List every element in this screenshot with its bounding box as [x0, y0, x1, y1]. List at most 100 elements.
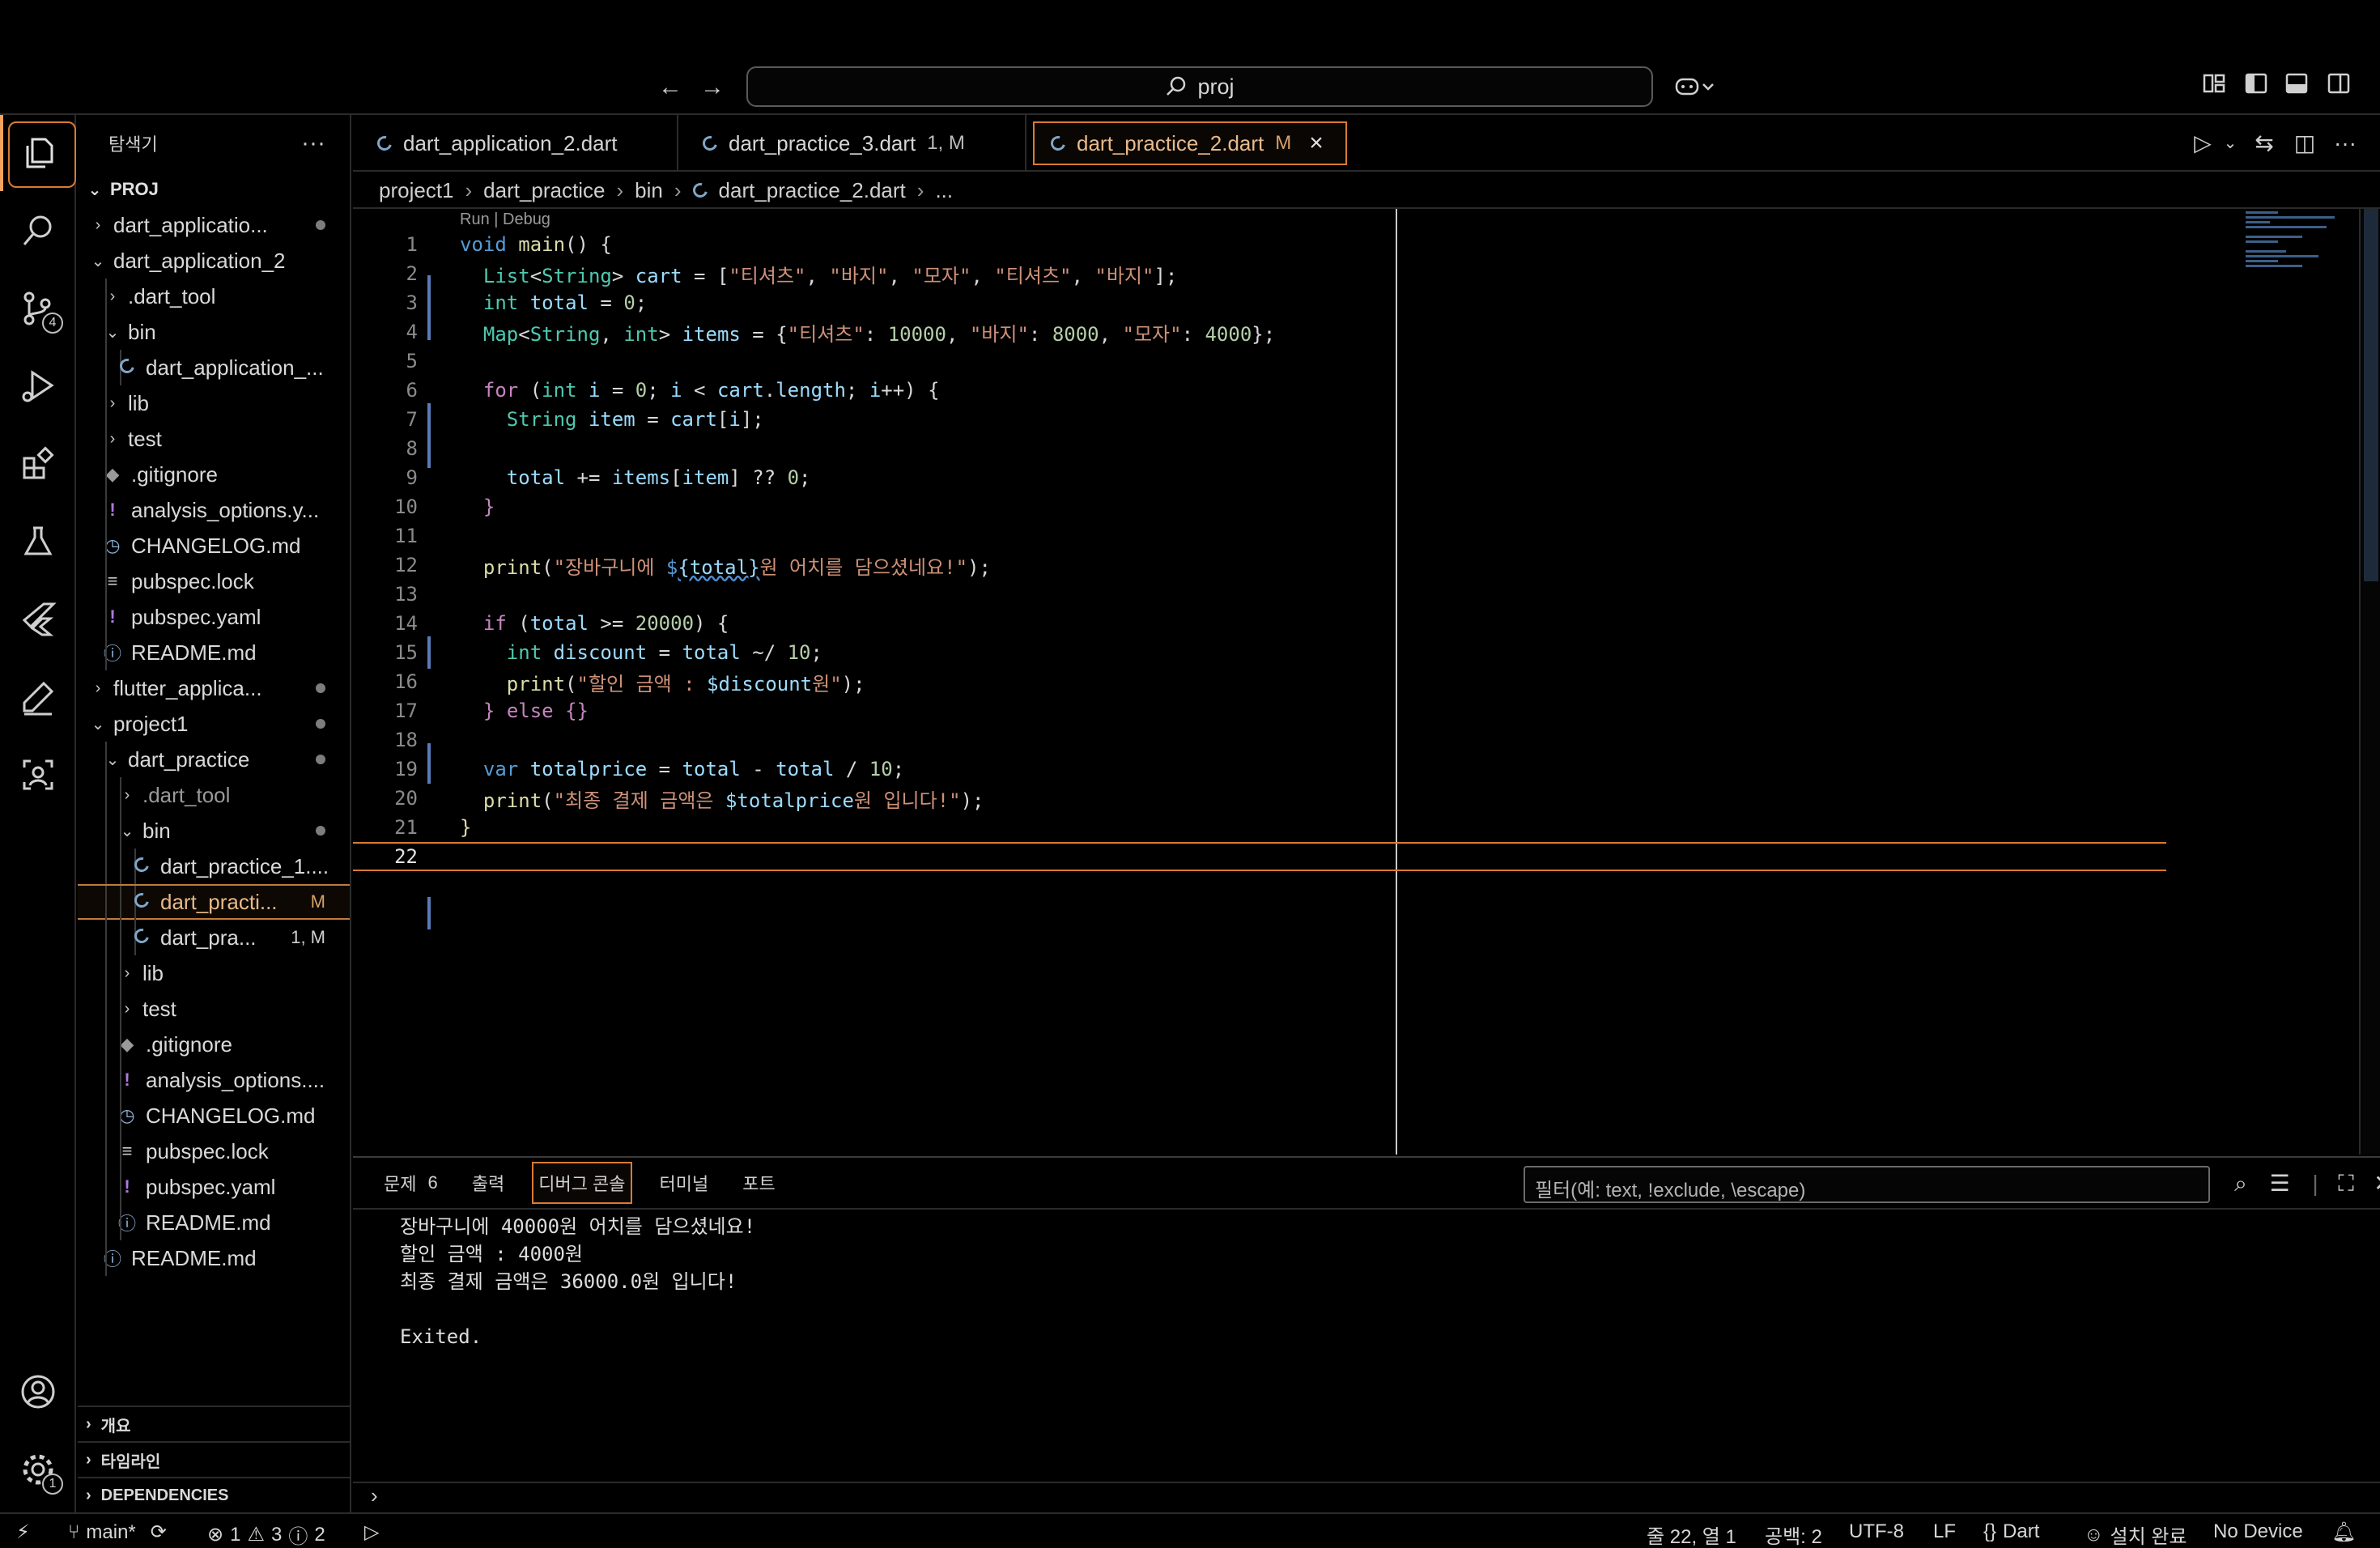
tree-folder[interactable]: ⌄ project1	[78, 706, 350, 742]
end-of-line[interactable]: LF	[1933, 1520, 1956, 1543]
open-changes-icon[interactable]: ⇆	[2249, 128, 2280, 159]
search-icon[interactable]: ⌕	[2226, 1169, 2255, 1198]
debug-icon[interactable]: ▷	[364, 1520, 379, 1544]
run-debug-icon[interactable]	[0, 348, 76, 424]
remote-explorer-icon[interactable]	[0, 737, 76, 813]
debug-console-input[interactable]: ›	[353, 1482, 2380, 1512]
maximize-panel-icon[interactable]: ⛶	[2331, 1169, 2361, 1198]
tree-folder[interactable]: › .dart_tool	[78, 279, 350, 314]
breadcrumb-item[interactable]: dart_practice_2.dart	[719, 178, 906, 203]
tree-file[interactable]: ◷ CHANGELOG.md	[78, 1098, 350, 1133]
language-mode[interactable]: {} Dart	[1983, 1520, 2039, 1543]
remote-icon[interactable]: ⚡︎	[16, 1520, 30, 1544]
toggle-secondary-sidebar-icon[interactable]	[2327, 71, 2357, 102]
section-timeline[interactable]: › 타임라인	[78, 1441, 350, 1477]
explorer-icon[interactable]	[0, 115, 76, 191]
tree-file[interactable]: ⓘ README.md	[78, 1205, 350, 1240]
code-editor[interactable]: Run | Debug 1 void main() { 2 List<String…	[353, 209, 2380, 1155]
copilot-icon[interactable]	[1674, 71, 1714, 102]
encoding[interactable]: UTF-8	[1849, 1520, 1904, 1543]
tab-ports[interactable]: 포트	[742, 1170, 775, 1196]
split-editor-icon[interactable]: ◫	[2289, 128, 2320, 159]
minimap[interactable]	[2246, 209, 2343, 282]
cursor-position[interactable]: 줄 22, 열 1	[1647, 1520, 1736, 1548]
toggle-primary-sidebar-icon[interactable]	[2244, 71, 2275, 102]
tree-file[interactable]: ◆ .gitignore	[78, 1027, 350, 1062]
breadcrumb-item[interactable]: dart_practice	[483, 178, 605, 203]
tree-folder[interactable]: ⌄ bin	[78, 813, 350, 848]
customize-layout-icon[interactable]	[2202, 71, 2233, 102]
indentation[interactable]: 공백: 2	[1765, 1520, 1822, 1548]
tab-debug-console[interactable]: 디버그 콘솔	[532, 1162, 632, 1204]
branch-indicator[interactable]: ⑂ main* ⟳	[68, 1520, 167, 1544]
tree-folder[interactable]: › test	[78, 421, 350, 457]
run-debug-codelens[interactable]: Run | Debug	[460, 211, 550, 229]
tree-file[interactable]: dart_practice_1....	[78, 848, 350, 884]
tree-file[interactable]: ! analysis_options....	[78, 1062, 350, 1098]
more-actions-icon[interactable]: ···	[2330, 128, 2361, 159]
tree-folder[interactable]: ⌄ bin	[78, 314, 350, 350]
tree-folder[interactable]: › lib	[78, 385, 350, 421]
back-arrow-icon[interactable]: ←	[654, 71, 686, 104]
flutter-icon[interactable]	[0, 581, 76, 657]
tree-file[interactable]: ⓘ README.md	[78, 1240, 350, 1276]
indent-guide	[105, 492, 107, 528]
close-icon[interactable]: ✕	[2369, 1169, 2380, 1198]
search-icon[interactable]	[0, 193, 76, 269]
tree-folder[interactable]: › test	[78, 991, 350, 1027]
tab-problems[interactable]: 문제 6	[384, 1170, 438, 1196]
section-dependencies[interactable]: › DEPENDENCIES	[78, 1477, 350, 1512]
tree-file[interactable]: ⓘ README.md	[78, 635, 350, 670]
filter-input[interactable]: 필터(예: text, !exclude, \escape)	[1524, 1166, 2210, 1203]
notifications-bell-icon[interactable]: 🔔︎	[2331, 1520, 2356, 1544]
edit-pencil-icon[interactable]	[0, 659, 76, 735]
clear-console-icon[interactable]: ☰	[2265, 1169, 2294, 1198]
close-icon[interactable]: ×	[1309, 130, 1324, 157]
tab-dart-practice-2[interactable]: dart_practice_2.dart M ×	[1033, 121, 1347, 165]
vertical-scrollbar[interactable]	[2359, 209, 2380, 1155]
account-icon[interactable]	[0, 1354, 76, 1430]
run-icon[interactable]: ▷	[2187, 128, 2218, 159]
tab-output[interactable]: 출력	[472, 1170, 504, 1196]
breadcrumb-item[interactable]: bin	[635, 178, 663, 203]
breadcrumb-item[interactable]: project1	[379, 178, 454, 203]
tree-file[interactable]: ◷ CHANGELOG.md	[78, 528, 350, 563]
problems-indicator[interactable]: ⊗ 1 ⚠ 3 ⓘ 2	[207, 1520, 325, 1548]
tree-folder[interactable]: › flutter_applica...	[78, 670, 350, 706]
command-center-search[interactable]: proj	[746, 66, 1653, 107]
chevron-right-icon: ›	[95, 678, 101, 697]
device-selector[interactable]: No Device	[2213, 1520, 2303, 1543]
tree-folder[interactable]: › .dart_tool	[78, 777, 350, 813]
tree-folder[interactable]: ⌄ dart_practice	[78, 742, 350, 777]
code-text: Map<String, int> items = {"티셔츠": 10000, …	[482, 322, 1276, 346]
tree-file[interactable]: dart_pra... 1, M	[78, 920, 350, 955]
tree-file[interactable]: dart_practi... M	[78, 884, 350, 921]
source-control-icon[interactable]: 4	[0, 270, 76, 347]
chevron-down-icon[interactable]: ⌄	[2215, 128, 2246, 159]
tree-folder[interactable]: › lib	[78, 955, 350, 991]
toggle-panel-icon[interactable]	[2284, 71, 2315, 102]
tab-dart-application-2[interactable]: dart_application_2.dart	[353, 115, 678, 172]
sync-icon[interactable]: ⟳	[151, 1520, 167, 1544]
breadcrumb-item[interactable]: ...	[935, 178, 953, 203]
tree-file[interactable]: ! pubspec.yaml	[78, 599, 350, 635]
tree-file[interactable]: dart_application_...	[78, 350, 350, 385]
extensions-icon[interactable]	[0, 426, 76, 502]
tree-file[interactable]: ! analysis_options.y...	[78, 492, 350, 528]
tree-folder[interactable]: ⌄ dart_application_2	[78, 243, 350, 279]
section-outline[interactable]: › 개요	[78, 1406, 350, 1441]
forward-arrow-icon[interactable]: →	[696, 71, 729, 104]
tab-dart-practice-3[interactable]: dart_practice_3.dart 1, M	[678, 115, 1026, 172]
tree-file[interactable]: ≡ pubspec.lock	[78, 563, 350, 599]
testing-icon[interactable]	[0, 504, 76, 580]
tree-file[interactable]: ◆ .gitignore	[78, 457, 350, 492]
tree-folder[interactable]: › dart_applicatio...	[78, 207, 350, 243]
copilot-status[interactable]: ☺ 설치 완료	[2084, 1520, 2187, 1548]
scrollbar-thumb[interactable]	[2364, 209, 2378, 581]
settings-gear-icon[interactable]: 1	[0, 1431, 76, 1508]
tree-file[interactable]: ≡ pubspec.lock	[78, 1133, 350, 1169]
more-actions-icon[interactable]: ···	[301, 130, 325, 157]
tree-file[interactable]: ! pubspec.yaml	[78, 1169, 350, 1205]
tab-terminal[interactable]: 터미널	[660, 1170, 709, 1196]
tree-root[interactable]: ⌄ PROJ	[78, 172, 350, 207]
